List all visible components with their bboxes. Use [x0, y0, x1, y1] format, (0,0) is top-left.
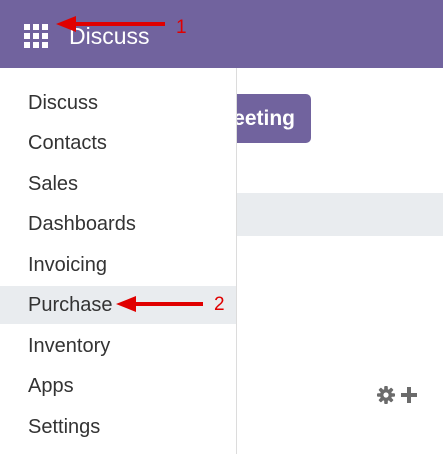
menu-item-inventory[interactable]: Inventory — [0, 327, 236, 365]
menu-item-apps[interactable]: Apps — [0, 367, 236, 405]
app-title[interactable]: Discuss — [69, 22, 150, 50]
content-header-row — [236, 193, 443, 236]
menu-item-purchase[interactable]: Purchase — [0, 286, 236, 324]
bottom-tools — [376, 382, 418, 408]
apps-dropdown-menu: Discuss Contacts Sales Dashboards Invoic… — [0, 68, 237, 454]
menu-item-sales[interactable]: Sales — [0, 165, 236, 203]
top-navbar: Discuss — [0, 0, 443, 68]
menu-item-invoicing[interactable]: Invoicing — [0, 246, 236, 284]
menu-item-discuss[interactable]: Discuss — [0, 84, 236, 122]
annotation-number-1: 1 — [176, 17, 187, 38]
gear-icon[interactable] — [376, 385, 396, 405]
menu-item-settings[interactable]: Settings — [0, 408, 236, 446]
grid-icon[interactable] — [24, 24, 48, 48]
menu-item-dashboards[interactable]: Dashboards — [0, 205, 236, 243]
plus-icon[interactable] — [400, 386, 418, 404]
menu-item-contacts[interactable]: Contacts — [0, 124, 236, 162]
annotation-number-2: 2 — [214, 294, 225, 315]
